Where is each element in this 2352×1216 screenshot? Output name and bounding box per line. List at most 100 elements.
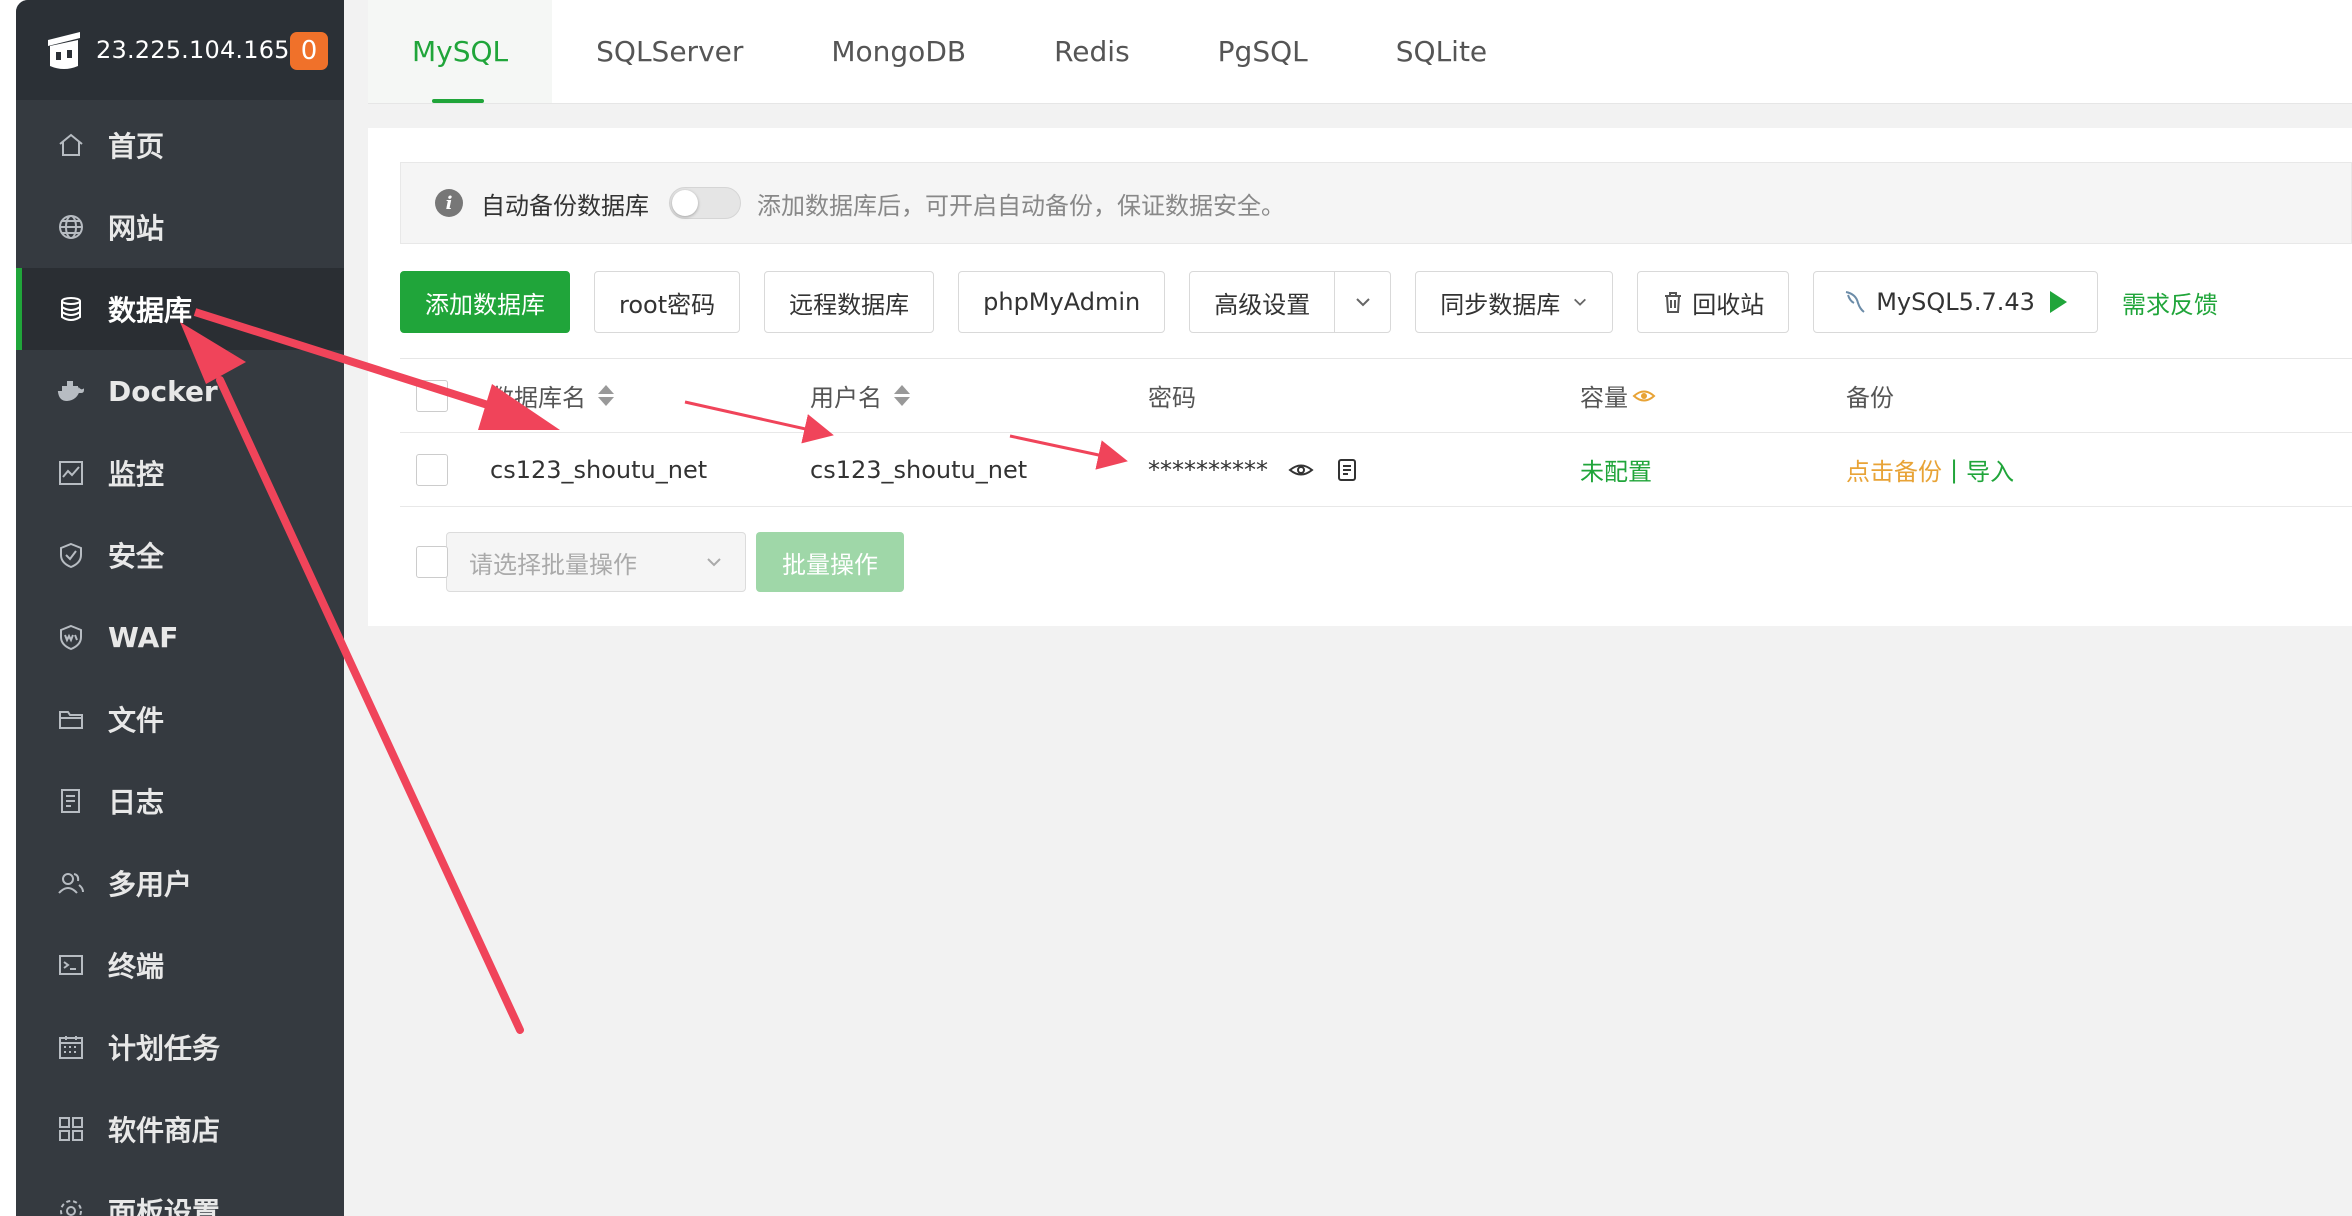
- header-db-name-label: 数据库名: [490, 384, 586, 412]
- add-database-button[interactable]: 添加数据库: [400, 271, 570, 333]
- batch-operation-button[interactable]: 批量操作: [756, 532, 904, 592]
- row-checkbox[interactable]: [416, 453, 448, 486]
- sidebar-item-label: 网站: [108, 212, 165, 245]
- backup-now-link[interactable]: 点击备份: [1846, 452, 1942, 487]
- database-type-tabs: MySQL SQLServer MongoDB Redis PgSQL SQLi…: [368, 0, 2352, 104]
- sidebar-item-label: 多用户: [108, 868, 193, 901]
- sidebar-item-terminal[interactable]: 终端: [16, 924, 344, 1006]
- play-icon: [2049, 291, 2067, 313]
- recycle-bin-button[interactable]: 回收站: [1637, 271, 1790, 333]
- sidebar-item-label: Docker: [108, 374, 218, 408]
- tab-sqlite[interactable]: SQLite: [1352, 0, 1531, 103]
- eye-icon[interactable]: [1632, 387, 1656, 405]
- chevron-down-icon[interactable]: [1334, 272, 1390, 332]
- sort-icon[interactable]: [598, 385, 614, 406]
- table-header-row: 数据库名 用户名 密码 容量 备份: [400, 359, 2352, 433]
- docker-icon: [56, 376, 86, 406]
- alert-count-badge[interactable]: 0: [290, 32, 328, 70]
- remote-database-button[interactable]: 远程数据库: [764, 271, 935, 333]
- mysql-dolphin-icon: [1845, 291, 1865, 313]
- sidebar-item-settings[interactable]: 面板设置: [16, 1170, 344, 1216]
- cell-db-name: cs123_shoutu_net: [490, 455, 708, 484]
- sync-database-label: 同步数据库: [1440, 290, 1561, 319]
- sidebar-item-label: 监控: [108, 458, 165, 491]
- table-row: cs123_shoutu_net cs123_shoutu_net ******…: [400, 433, 2352, 507]
- home-icon: [56, 130, 86, 160]
- sidebar-item-docker[interactable]: Docker: [16, 350, 344, 432]
- header-password: 密码: [1148, 384, 1196, 412]
- sidebar-item-label: 安全: [108, 540, 165, 573]
- header-username-label: 用户名: [810, 384, 882, 412]
- feedback-link[interactable]: 需求反馈: [2122, 285, 2218, 320]
- database-table: 数据库名 用户名 密码 容量 备份 cs123_shoutu_net cs123…: [400, 358, 2352, 507]
- gear-icon: [56, 1196, 86, 1216]
- calendar-icon: [56, 1032, 86, 1062]
- sidebar: 23.225.104.165 0 首页 网站 数据库 Docker 监控 安全: [16, 0, 344, 1216]
- apps-grid-icon: [56, 1114, 86, 1144]
- header-username[interactable]: 用户名: [810, 378, 910, 413]
- sidebar-item-website[interactable]: 网站: [16, 186, 344, 268]
- sidebar-item-label: 文件: [108, 704, 165, 737]
- sidebar-item-files[interactable]: 文件: [16, 678, 344, 760]
- sort-icon[interactable]: [894, 385, 910, 406]
- chevron-down-icon: [1574, 298, 1587, 306]
- cell-capacity[interactable]: 未配置: [1580, 452, 1652, 487]
- main-content: MySQL SQLServer MongoDB Redis PgSQL SQLi…: [344, 0, 2352, 1216]
- batch-operation-select[interactable]: 请选择批量操作: [446, 532, 746, 592]
- info-icon: i: [435, 189, 463, 217]
- sidebar-item-monitor[interactable]: 监控: [16, 432, 344, 514]
- password-masked: **********: [1148, 455, 1268, 484]
- mysql-version-label: MySQL5.7.43: [1876, 288, 2035, 316]
- tab-redis[interactable]: Redis: [1010, 0, 1174, 103]
- sidebar-item-label: 终端: [108, 950, 165, 983]
- tab-pgsql[interactable]: PgSQL: [1174, 0, 1352, 103]
- import-link[interactable]: 导入: [1966, 452, 2014, 487]
- shield-icon: [56, 540, 86, 570]
- tab-mongodb[interactable]: MongoDB: [787, 0, 1010, 103]
- sidebar-item-security[interactable]: 安全: [16, 514, 344, 596]
- sidebar-item-label: 面板设置: [108, 1196, 221, 1216]
- sidebar-item-database[interactable]: 数据库: [16, 268, 344, 350]
- sidebar-item-home[interactable]: 首页: [16, 104, 344, 186]
- copy-icon[interactable]: [1336, 458, 1358, 482]
- sidebar-item-cron[interactable]: 计划任务: [16, 1006, 344, 1088]
- tab-sqlserver[interactable]: SQLServer: [552, 0, 787, 103]
- header-db-name[interactable]: 数据库名: [490, 378, 614, 413]
- chevron-down-icon: [707, 558, 721, 567]
- sidebar-item-label: WAF: [108, 620, 179, 654]
- sidebar-menu: 首页 网站 数据库 Docker 监控 安全 WAF 文件 日志 多用户 终端 …: [16, 104, 344, 1216]
- mysql-version-button[interactable]: MySQL5.7.43: [1813, 271, 2098, 333]
- database-icon: [56, 294, 86, 324]
- select-all-checkbox[interactable]: [416, 379, 448, 412]
- auto-backup-toggle[interactable]: [669, 187, 741, 219]
- server-ip: 23.225.104.165: [96, 36, 290, 64]
- advanced-settings-button[interactable]: 高级设置: [1189, 271, 1392, 333]
- sidebar-item-multiuser[interactable]: 多用户: [16, 842, 344, 924]
- separator: |: [1950, 455, 1959, 484]
- batch-actions: 请选择批量操作 批量操作: [400, 532, 904, 592]
- auto-backup-notice: i 自动备份数据库 添加数据库后，可开启自动备份，保证数据安全。: [400, 162, 2352, 244]
- recycle-bin-label: 回收站: [1692, 290, 1765, 319]
- castle-logo-icon: [44, 28, 84, 72]
- cell-password: **********: [1148, 456, 1358, 484]
- advanced-settings-label[interactable]: 高级设置: [1190, 272, 1334, 332]
- users-icon: [56, 868, 86, 898]
- header-backup: 备份: [1846, 384, 1894, 412]
- phpmyadmin-button[interactable]: phpMyAdmin: [958, 271, 1166, 333]
- sidebar-item-logs[interactable]: 日志: [16, 760, 344, 842]
- sync-database-button[interactable]: 同步数据库: [1415, 271, 1614, 333]
- monitor-icon: [56, 458, 86, 488]
- sidebar-item-appstore[interactable]: 软件商店: [16, 1088, 344, 1170]
- trash-icon: [1665, 292, 1682, 313]
- toolbar: 添加数据库 root密码 远程数据库 phpMyAdmin 高级设置 同步数据库…: [400, 270, 2218, 334]
- waf-shield-icon: [56, 622, 86, 652]
- batch-select-checkbox[interactable]: [416, 546, 448, 578]
- sidebar-item-label: 日志: [108, 786, 165, 819]
- root-password-button[interactable]: root密码: [594, 271, 741, 333]
- eye-icon[interactable]: [1288, 461, 1314, 479]
- folder-icon: [56, 704, 86, 734]
- tab-mysql[interactable]: MySQL: [368, 0, 553, 103]
- log-icon: [56, 786, 86, 816]
- sidebar-item-label: 首页: [108, 130, 165, 163]
- sidebar-item-waf[interactable]: WAF: [16, 596, 344, 678]
